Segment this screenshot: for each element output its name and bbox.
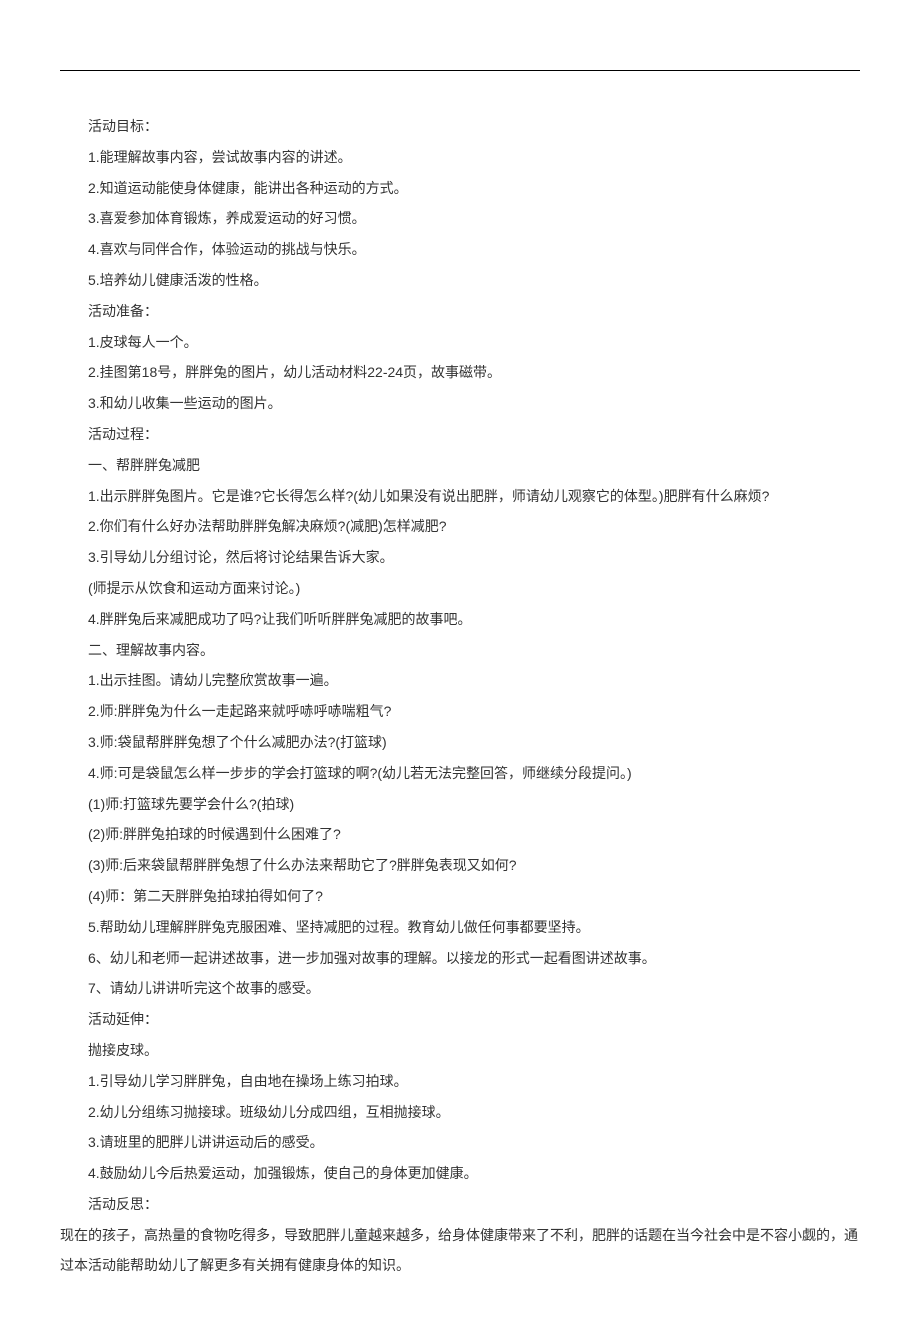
text-line: 2.知道运动能使身体健康，能讲出各种运动的方式。 bbox=[60, 173, 860, 204]
text-line: 3.师:袋鼠帮胖胖兔想了个什么减肥办法?(打篮球) bbox=[60, 727, 860, 758]
text-line: 1.能理解故事内容，尝试故事内容的讲述。 bbox=[60, 142, 860, 173]
page-divider bbox=[60, 70, 860, 71]
text-line: (1)师:打篮球先要学会什么?(拍球) bbox=[60, 789, 860, 820]
text-line: 1.出示胖胖兔图片。它是谁?它长得怎么样?(幼儿如果没有说出肥胖，师请幼儿观察它… bbox=[60, 481, 860, 512]
text-line: (4)师：第二天胖胖兔拍球拍得如何了? bbox=[60, 881, 860, 912]
text-line: 活动准备： bbox=[60, 296, 860, 327]
text-line: 现在的孩子，高热量的食物吃得多，导致肥胖儿童越来越多，给身体健康带来了不利，肥胖… bbox=[60, 1220, 860, 1282]
text-line: 活动目标： bbox=[60, 111, 860, 142]
text-line: 抛接皮球。 bbox=[60, 1035, 860, 1066]
text-line: (3)师:后来袋鼠帮胖胖兔想了什么办法来帮助它了?胖胖兔表现又如何? bbox=[60, 850, 860, 881]
text-line: 一、帮胖胖兔减肥 bbox=[60, 450, 860, 481]
text-line: 活动反思： bbox=[60, 1189, 860, 1220]
text-line: 3.引导幼儿分组讨论，然后将讨论结果告诉大家。 bbox=[60, 542, 860, 573]
text-line: 2.师:胖胖兔为什么一走起路来就呼哧呼哧喘粗气? bbox=[60, 696, 860, 727]
text-line: 4.喜欢与同伴合作，体验运动的挑战与快乐。 bbox=[60, 234, 860, 265]
text-line: 3.喜爱参加体育锻炼，养成爱运动的好习惯。 bbox=[60, 203, 860, 234]
text-line: 3.和幼儿收集一些运动的图片。 bbox=[60, 388, 860, 419]
text-line: 4.师:可是袋鼠怎么样一步步的学会打篮球的啊?(幼儿若无法完整回答，师继续分段提… bbox=[60, 758, 860, 789]
text-line: 3.请班里的肥胖儿讲讲运动后的感受。 bbox=[60, 1127, 860, 1158]
text-line: 2.你们有什么好办法帮助胖胖兔解决麻烦?(减肥)怎样减肥? bbox=[60, 511, 860, 542]
text-line: 2.幼儿分组练习抛接球。班级幼儿分成四组，互相抛接球。 bbox=[60, 1097, 860, 1128]
text-line: 5.帮助幼儿理解胖胖兔克服困难、坚持减肥的过程。教育幼儿做任何事都要坚持。 bbox=[60, 912, 860, 943]
text-line: 1.引导幼儿学习胖胖兔，自由地在操场上练习拍球。 bbox=[60, 1066, 860, 1097]
text-line: 4.鼓励幼儿今后热爱运动，加强锻炼，使自己的身体更加健康。 bbox=[60, 1158, 860, 1189]
text-line: 活动过程： bbox=[60, 419, 860, 450]
text-line: 二、理解故事内容。 bbox=[60, 635, 860, 666]
text-line: 2.挂图第18号，胖胖兔的图片，幼儿活动材料22-24页，故事磁带。 bbox=[60, 357, 860, 388]
text-line: (2)师:胖胖兔拍球的时候遇到什么困难了? bbox=[60, 819, 860, 850]
text-line: 4.胖胖兔后来减肥成功了吗?让我们听听胖胖兔减肥的故事吧。 bbox=[60, 604, 860, 635]
text-line: 5.培养幼儿健康活泼的性格。 bbox=[60, 265, 860, 296]
text-line: 6、幼儿和老师一起讲述故事，进一步加强对故事的理解。以接龙的形式一起看图讲述故事… bbox=[60, 943, 860, 974]
text-line: 1.皮球每人一个。 bbox=[60, 327, 860, 358]
document-content: 活动目标：1.能理解故事内容，尝试故事内容的讲述。2.知道运动能使身体健康，能讲… bbox=[60, 111, 860, 1281]
text-line: 7、请幼儿讲讲听完这个故事的感受。 bbox=[60, 973, 860, 1004]
text-line: 活动延伸： bbox=[60, 1004, 860, 1035]
text-line: 1.出示挂图。请幼儿完整欣赏故事一遍。 bbox=[60, 665, 860, 696]
text-line: (师提示从饮食和运动方面来讨论。) bbox=[60, 573, 860, 604]
